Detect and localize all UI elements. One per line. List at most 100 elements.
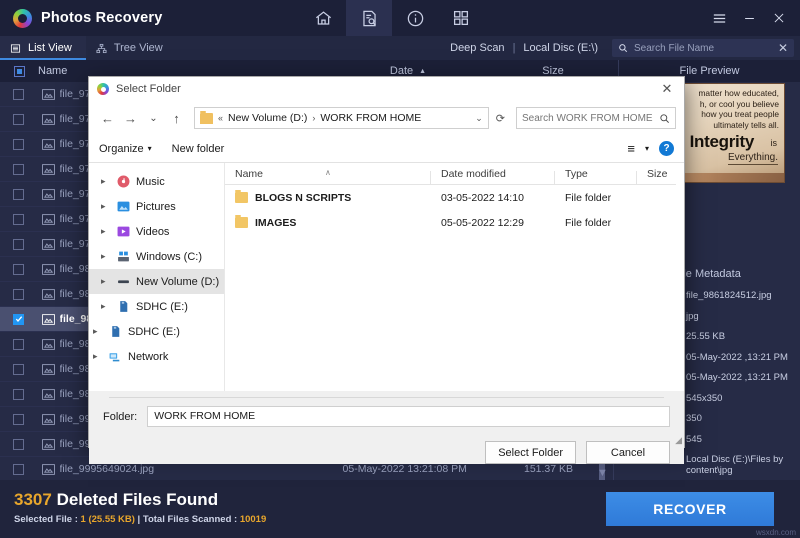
row-checkbox[interactable] bbox=[0, 413, 38, 425]
dialog-navigation-tree[interactable]: ▸ Music ▸ Pictures ▸ Videos ▸ Windows (C:) ▸ New … bbox=[89, 163, 225, 391]
back-icon[interactable]: ← bbox=[97, 106, 118, 130]
row-checkbox[interactable] bbox=[0, 338, 38, 350]
app-title: Photos Recovery bbox=[41, 10, 163, 26]
row-checkbox[interactable] bbox=[0, 213, 38, 225]
view-toolbar: List View Tree View Deep Scan | Local Di… bbox=[0, 36, 800, 60]
view-layout-icon[interactable]: ≡ bbox=[627, 141, 635, 156]
title-bar: Photos Recovery bbox=[0, 0, 800, 36]
chevron-right-icon[interactable]: ▸ bbox=[101, 201, 110, 212]
resize-grip-icon[interactable]: ◢ bbox=[675, 435, 682, 446]
dialog-folder-name: BLOGS N SCRIPTS bbox=[225, 190, 431, 204]
minimize-icon[interactable] bbox=[734, 3, 764, 33]
row-checkbox[interactable] bbox=[0, 388, 38, 400]
image-file-icon bbox=[38, 88, 60, 100]
forward-icon[interactable]: → bbox=[120, 106, 141, 130]
row-checkbox[interactable] bbox=[0, 363, 38, 375]
clear-search-icon[interactable]: ✕ bbox=[778, 42, 788, 54]
tab-list-view[interactable]: List View bbox=[0, 36, 86, 60]
select-folder-button[interactable]: Select Folder bbox=[485, 441, 576, 464]
tree-item-sdhc-e[interactable]: ▸ SDHC (E:) bbox=[89, 294, 224, 319]
dialog-scrollbar[interactable] bbox=[676, 163, 684, 391]
home-icon[interactable] bbox=[300, 0, 346, 36]
chevron-right-icon[interactable]: ▸ bbox=[101, 226, 110, 237]
dialog-file-row[interactable]: BLOGS N SCRIPTS 03-05-2022 14:10 File fold… bbox=[225, 185, 684, 210]
close-icon[interactable] bbox=[764, 3, 794, 33]
help-icon[interactable]: ? bbox=[659, 141, 674, 156]
metadata-value: 545 bbox=[686, 433, 702, 445]
dialog-footer: Folder: WORK FROM HOME Select Folder Can… bbox=[89, 398, 684, 464]
address-bar[interactable]: « New Volume (D:) › WORK FROM HOME ⌄ bbox=[194, 107, 489, 129]
grid-view-icon[interactable] bbox=[438, 0, 484, 36]
path-segment-1[interactable]: WORK FROM HOME bbox=[320, 112, 421, 124]
up-icon[interactable]: ↑ bbox=[166, 106, 187, 130]
list-view-icon bbox=[10, 43, 21, 53]
dialog-title-bar: Select Folder ✕ bbox=[89, 77, 684, 101]
recover-button[interactable]: RECOVER bbox=[606, 492, 774, 526]
recent-locations-icon[interactable]: ⌄ bbox=[143, 106, 164, 130]
search-input[interactable] bbox=[634, 42, 772, 54]
tree-item-network[interactable]: ▸ Network bbox=[89, 344, 224, 369]
chevron-right-icon[interactable]: ▸ bbox=[93, 326, 102, 337]
view-layout-caret-icon[interactable]: ▾ bbox=[645, 144, 649, 153]
row-checkbox[interactable] bbox=[0, 113, 38, 125]
dialog-column-date-modified[interactable]: Date modified bbox=[431, 168, 555, 185]
hamburger-menu-icon[interactable] bbox=[704, 3, 734, 33]
dialog-file-pane[interactable]: Name ∧ Date modified Type Size BLOGS N S… bbox=[225, 163, 684, 391]
chevron-right-icon[interactable]: ▸ bbox=[101, 251, 110, 262]
deleted-files-label: Deleted Files Found bbox=[56, 490, 219, 509]
row-checkbox[interactable] bbox=[0, 463, 38, 475]
tree-item-windows-c[interactable]: ▸ Windows (C:) bbox=[89, 244, 224, 269]
scan-document-icon[interactable] bbox=[346, 0, 392, 36]
scroll-down-arrow-icon[interactable]: ▼ bbox=[597, 468, 608, 479]
search-file-name-box[interactable]: ✕ bbox=[612, 39, 794, 57]
row-checkbox[interactable] bbox=[0, 438, 38, 450]
info-icon[interactable] bbox=[392, 0, 438, 36]
cancel-button[interactable]: Cancel bbox=[586, 441, 670, 464]
dialog-navigation-bar: ← → ⌄ ↑ « New Volume (D:) › WORK FROM HO… bbox=[89, 101, 684, 135]
dialog-search-placeholder: Search WORK FROM HOME bbox=[522, 112, 653, 124]
dialog-file-row[interactable]: IMAGES 05-05-2022 12:29 File folder bbox=[225, 210, 684, 235]
row-checkbox[interactable] bbox=[0, 188, 38, 200]
chevron-right-icon[interactable]: ▸ bbox=[101, 176, 110, 187]
dialog-close-icon[interactable]: ✕ bbox=[650, 77, 684, 101]
select-all-checkbox[interactable] bbox=[0, 60, 38, 82]
path-overflow-icon[interactable]: « bbox=[218, 113, 223, 123]
row-checkbox[interactable] bbox=[0, 263, 38, 275]
row-checkbox[interactable] bbox=[0, 138, 38, 150]
image-file-icon bbox=[38, 413, 60, 425]
organize-button[interactable]: Organize ▾ bbox=[99, 143, 152, 155]
tree-item-sdhc-e[interactable]: ▸ SDHC (E:) bbox=[89, 319, 224, 344]
path-segment-0[interactable]: New Volume (D:) bbox=[228, 112, 307, 124]
row-checkbox[interactable] bbox=[0, 288, 38, 300]
row-checkbox[interactable] bbox=[0, 313, 38, 325]
row-checkbox[interactable] bbox=[0, 88, 38, 100]
path-dropdown-icon[interactable]: ⌄ bbox=[475, 113, 483, 124]
row-checkbox[interactable] bbox=[0, 163, 38, 175]
tree-item-music[interactable]: ▸ Music bbox=[89, 169, 224, 194]
dialog-column-name[interactable]: Name ∧ bbox=[225, 168, 431, 185]
tree-item-pictures[interactable]: ▸ Pictures bbox=[89, 194, 224, 219]
folder-input[interactable]: WORK FROM HOME bbox=[147, 406, 670, 427]
row-checkbox[interactable] bbox=[0, 238, 38, 250]
new-folder-button[interactable]: New folder bbox=[172, 143, 225, 155]
top-nav-icons bbox=[300, 0, 484, 36]
dialog-search-box[interactable]: Search WORK FROM HOME bbox=[516, 107, 676, 129]
dialog-command-right: ≡ ▾ ? bbox=[627, 141, 674, 156]
dialog-app-logo-icon bbox=[97, 83, 109, 95]
chevron-right-icon[interactable]: ▸ bbox=[101, 301, 110, 312]
status-bar: 3307 Deleted Files Found Selected File :… bbox=[0, 480, 800, 538]
refresh-icon[interactable]: ⟳ bbox=[491, 112, 510, 125]
network-icon bbox=[108, 350, 122, 364]
tree-item-new-volume-d[interactable]: ▸ New Volume (D:) bbox=[89, 269, 224, 294]
chevron-right-icon[interactable]: ▸ bbox=[93, 351, 102, 362]
chevron-right-icon[interactable]: ▸ bbox=[101, 276, 110, 287]
dialog-column-type[interactable]: Type bbox=[555, 168, 637, 185]
deleted-files-found: 3307 Deleted Files Found bbox=[14, 490, 218, 510]
image-file-icon bbox=[38, 163, 60, 175]
metadata-value: 545x350 bbox=[686, 392, 723, 404]
tab-tree-view[interactable]: Tree View bbox=[86, 36, 177, 60]
tab-tree-view-label: Tree View bbox=[113, 42, 163, 54]
file-date: 05-May-2022 13:21:08 PM bbox=[342, 463, 467, 475]
selected-file-prefix: Selected File : bbox=[14, 514, 81, 525]
tree-item-videos[interactable]: ▸ Videos bbox=[89, 219, 224, 244]
